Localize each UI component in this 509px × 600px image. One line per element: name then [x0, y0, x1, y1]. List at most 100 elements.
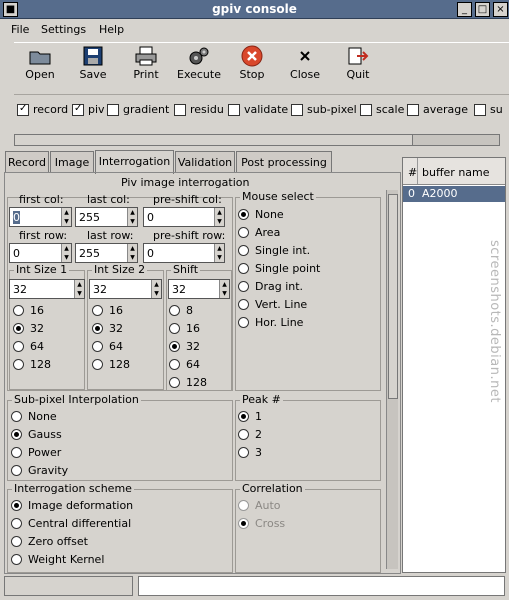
int-size-1-opt-32[interactable]: 32: [13, 322, 44, 335]
close-button[interactable]: Close: [279, 45, 331, 81]
mouse-radio-vert-line[interactable]: [238, 299, 249, 310]
check-scale[interactable]: scale: [360, 103, 404, 116]
check-record-box[interactable]: [17, 103, 29, 116]
check-su[interactable]: su: [474, 103, 503, 116]
mouse-opt-area[interactable]: Area: [238, 226, 280, 239]
menu-help[interactable]: Help: [99, 23, 124, 36]
mouse-radio-none[interactable]: [238, 209, 249, 220]
buffer-col-number[interactable]: #: [408, 166, 417, 179]
int-size-2-opt-64[interactable]: 64: [92, 340, 123, 353]
first-col-arrows[interactable]: ▲ ▼: [61, 208, 71, 226]
shift-radio-64[interactable]: [169, 359, 180, 370]
check-validate-box[interactable]: [228, 103, 240, 116]
subpixel-opt-power[interactable]: Power: [11, 446, 61, 459]
hscroll-thumb[interactable]: [15, 135, 413, 145]
correlation-radio-cross[interactable]: [238, 518, 249, 529]
shift-radio-128[interactable]: [169, 377, 180, 388]
check-gradient[interactable]: gradient: [107, 103, 169, 116]
shift-radio-16[interactable]: [169, 323, 180, 334]
save-button[interactable]: Save: [67, 45, 119, 81]
peak-opt-2[interactable]: 2: [238, 428, 262, 441]
mouse-radio-hor-line[interactable]: [238, 317, 249, 328]
mouse-opt-drag-int[interactable]: Drag int.: [238, 280, 303, 293]
check-subpixel-box[interactable]: [291, 103, 303, 116]
last-col-arrows[interactable]: ▲ ▼: [127, 208, 137, 226]
int-size-1-opt-128[interactable]: 128: [13, 358, 51, 371]
shift-opt-128[interactable]: 128: [169, 376, 207, 389]
mouse-opt-single-int[interactable]: Single int.: [238, 244, 310, 257]
int-size-2-radio-64[interactable]: [92, 341, 103, 352]
checkbar-horizontal-scrollbar[interactable]: [14, 134, 500, 146]
scheme-radio-image-deformation[interactable]: [11, 500, 22, 511]
preshift-row-arrows[interactable]: ▲ ▼: [214, 244, 224, 262]
subpixel-radio-none[interactable]: [11, 411, 22, 422]
peak-opt-3[interactable]: 3: [238, 446, 262, 459]
last-row-spinbox[interactable]: 255 ▲ ▼: [75, 243, 138, 263]
correlation-radio-auto[interactable]: [238, 500, 249, 511]
check-piv-box[interactable]: [72, 103, 84, 116]
check-residu[interactable]: residu: [174, 103, 224, 116]
int-size-1-radio-32[interactable]: [13, 323, 24, 334]
subpixel-opt-none[interactable]: None: [11, 410, 57, 423]
first-col-spinbox[interactable]: 0 ▲ ▼: [9, 207, 72, 227]
peak-radio-3[interactable]: [238, 447, 249, 458]
mouse-radio-single-int[interactable]: [238, 245, 249, 256]
scheme-radio-zero-offset[interactable]: [11, 536, 22, 547]
shift-spinbox[interactable]: 32 ▲ ▼: [168, 279, 230, 299]
last-row-arrows[interactable]: ▲ ▼: [127, 244, 137, 262]
buffer-col-name[interactable]: buffer name: [422, 166, 490, 179]
check-piv[interactable]: piv: [72, 103, 105, 116]
print-button[interactable]: Print: [120, 45, 172, 81]
preshift-col-arrows[interactable]: ▲ ▼: [214, 208, 224, 226]
check-average-box[interactable]: [407, 103, 419, 116]
peak-radio-1[interactable]: [238, 411, 249, 422]
scheme-opt-weight-kernel[interactable]: Weight Kernel: [11, 553, 104, 566]
check-gradient-box[interactable]: [107, 103, 119, 116]
preshift-row-spinbox[interactable]: 0 ▲ ▼: [143, 243, 225, 263]
close-window-button[interactable]: ×: [493, 2, 508, 17]
int-size-1-spinbox[interactable]: 32 ▲ ▼: [9, 279, 85, 299]
tab-interrogation[interactable]: Interrogation: [95, 150, 174, 174]
panel-vertical-scrollbar[interactable]: [386, 190, 398, 569]
mouse-radio-drag-int[interactable]: [238, 281, 249, 292]
shift-opt-64[interactable]: 64: [169, 358, 200, 371]
mouse-radio-single-point[interactable]: [238, 263, 249, 274]
mouse-opt-none[interactable]: None: [238, 208, 284, 221]
first-row-arrows[interactable]: ▲ ▼: [61, 244, 71, 262]
last-col-spinbox[interactable]: 255 ▲ ▼: [75, 207, 138, 227]
subpixel-radio-power[interactable]: [11, 447, 22, 458]
subpixel-radio-gravity[interactable]: [11, 465, 22, 476]
mouse-radio-area[interactable]: [238, 227, 249, 238]
mouse-opt-single-point[interactable]: Single point: [238, 262, 320, 275]
int-size-2-spinbox[interactable]: 32 ▲ ▼: [89, 279, 162, 299]
preshift-col-spinbox[interactable]: 0 ▲ ▼: [143, 207, 225, 227]
scheme-opt-central-differential[interactable]: Central differential: [11, 517, 131, 530]
first-row-spinbox[interactable]: 0 ▲ ▼: [9, 243, 72, 263]
check-average[interactable]: average: [407, 103, 468, 116]
menu-file[interactable]: File: [11, 23, 29, 36]
int-size-1-radio-128[interactable]: [13, 359, 24, 370]
int-size-1-opt-16[interactable]: 16: [13, 304, 44, 317]
int-size-2-opt-16[interactable]: 16: [92, 304, 123, 317]
tab-validation[interactable]: Validation: [175, 151, 235, 173]
correlation-opt-auto[interactable]: Auto: [238, 499, 281, 512]
int-size-2-arrows[interactable]: ▲ ▼: [151, 280, 161, 298]
int-size-2-opt-32[interactable]: 32: [92, 322, 123, 335]
check-subpixel[interactable]: sub-pixel: [291, 103, 357, 116]
tab-post-processing[interactable]: Post processing: [236, 151, 332, 173]
open-button[interactable]: Open: [14, 45, 66, 81]
minimize-button[interactable]: _: [457, 2, 472, 17]
check-record[interactable]: record: [17, 103, 68, 116]
scheme-opt-image-deformation[interactable]: Image deformation: [11, 499, 133, 512]
subpixel-opt-gauss[interactable]: Gauss: [11, 428, 62, 441]
shift-opt-8[interactable]: 8: [169, 304, 193, 317]
stop-button[interactable]: Stop: [226, 45, 278, 81]
correlation-opt-cross[interactable]: Cross: [238, 517, 285, 530]
int-size-1-radio-16[interactable]: [13, 305, 24, 316]
mouse-opt-vert-line[interactable]: Vert. Line: [238, 298, 307, 311]
shift-opt-16[interactable]: 16: [169, 322, 200, 335]
shift-radio-8[interactable]: [169, 305, 180, 316]
quit-button[interactable]: Quit: [332, 45, 384, 81]
check-su-box[interactable]: [474, 103, 486, 116]
int-size-2-radio-32[interactable]: [92, 323, 103, 334]
